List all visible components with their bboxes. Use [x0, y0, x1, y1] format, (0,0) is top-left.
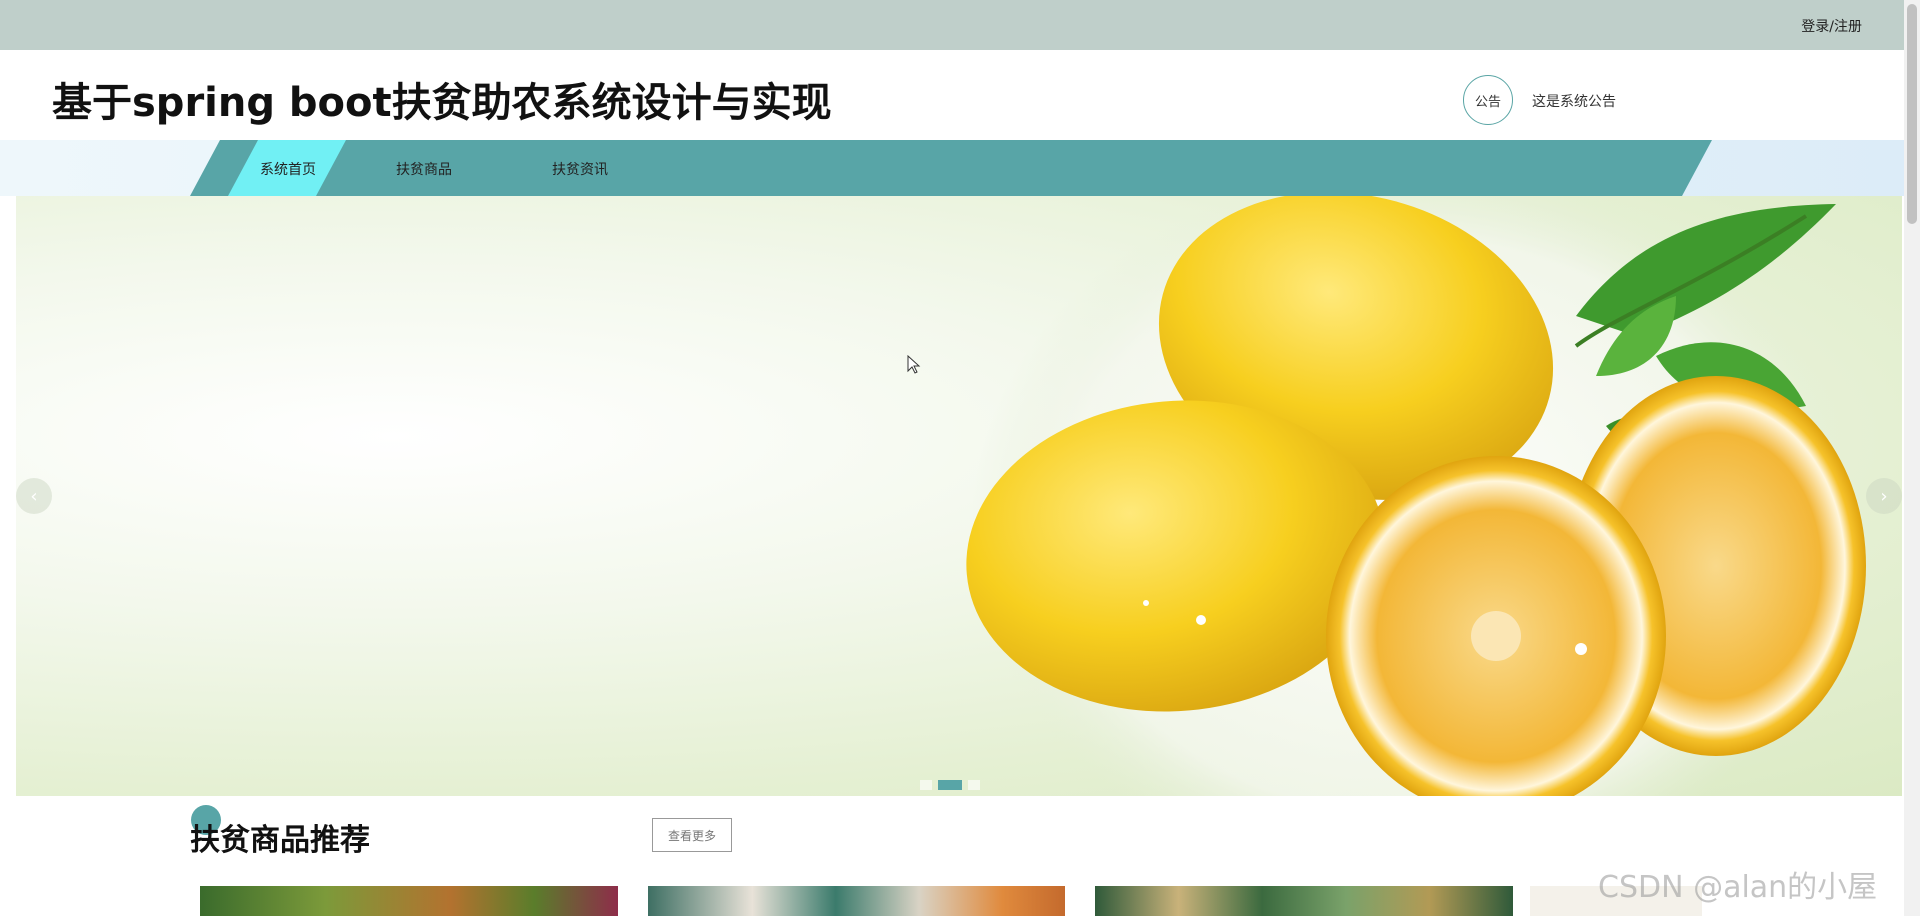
carousel-indicators: [920, 780, 980, 790]
chevron-right-icon: ›: [1880, 485, 1888, 507]
product-card-image[interactable]: [200, 886, 618, 916]
carousel-dot-active[interactable]: [938, 780, 962, 790]
scrollbar-thumb[interactable]: [1907, 4, 1917, 224]
carousel-dot[interactable]: [920, 780, 932, 790]
banner-image: [966, 196, 1866, 796]
top-bar: 登录/注册: [0, 0, 1920, 50]
carousel-prev-button[interactable]: ‹: [16, 478, 52, 514]
mouse-cursor-icon: [907, 355, 921, 374]
login-register-link[interactable]: 登录/注册: [1801, 16, 1862, 36]
notice-badge: 公告: [1463, 75, 1513, 125]
site-title: 基于spring boot扶贫助农系统设计与实现: [52, 80, 832, 126]
section-title: 扶贫商品推荐: [190, 823, 370, 858]
carousel-banner[interactable]: ‹ ›: [16, 196, 1902, 796]
page: 登录/注册 基于spring boot扶贫助农系统设计与实现 公告 这是系统公告…: [0, 0, 1920, 916]
header: 基于spring boot扶贫助农系统设计与实现 公告 这是系统公告: [0, 50, 1920, 140]
nav-item-products[interactable]: 扶贫商品: [396, 159, 452, 179]
watermark: CSDN @alan的小屋: [1598, 870, 1878, 905]
nav-item-news[interactable]: 扶贫资讯: [552, 159, 608, 179]
product-card-image[interactable]: [648, 886, 1065, 916]
carousel-next-button[interactable]: ›: [1866, 478, 1902, 514]
notice-text[interactable]: 这是系统公告: [1532, 91, 1616, 111]
product-card-image[interactable]: [1095, 886, 1513, 916]
chevron-left-icon: ‹: [30, 485, 38, 507]
view-more-button[interactable]: 查看更多: [652, 818, 732, 852]
carousel-dot[interactable]: [968, 780, 980, 790]
nav-item-home[interactable]: 系统首页: [260, 159, 316, 179]
